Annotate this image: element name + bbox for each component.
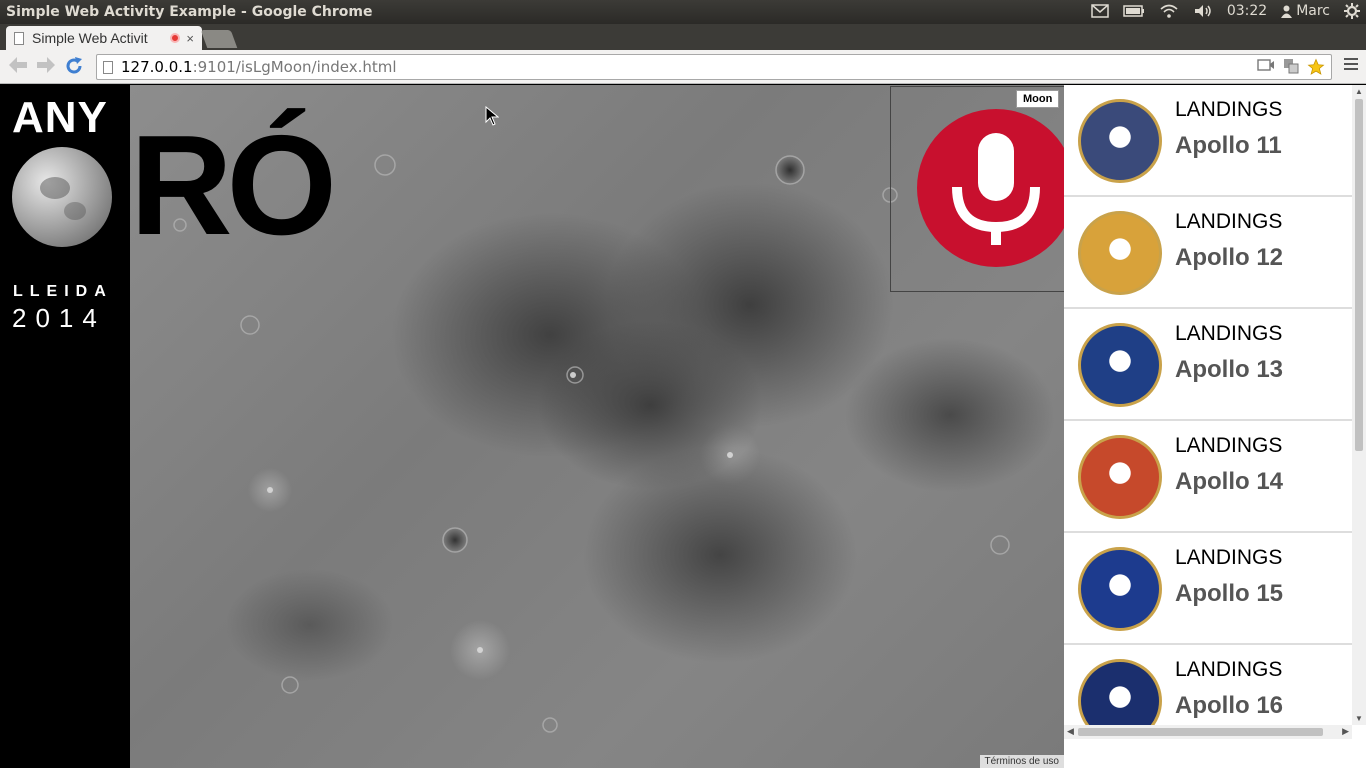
web-page: ANY LLEIDA 2014 Moon Términos de uso RÓ … [0, 85, 1366, 768]
brand-sidebar: ANY LLEIDA 2014 [0, 85, 130, 768]
landing-category: LANDINGS [1175, 210, 1283, 233]
os-top-bar: Simple Web Activity Example - Google Chr… [0, 0, 1366, 24]
page-icon [14, 31, 24, 45]
brand-title-line2: RÓ [130, 106, 337, 265]
translate-icon[interactable] [1283, 58, 1299, 80]
browser-tab[interactable]: Simple Web Activit × [6, 26, 202, 50]
vertical-scrollbar[interactable]: ▲ ▼ [1352, 85, 1366, 725]
apollo-15-patch-icon [1078, 547, 1162, 631]
brand-title-line1: ANY [12, 93, 108, 142]
clock[interactable]: 03:22 [1227, 3, 1267, 19]
landing-list-item[interactable]: LANDINGS Apollo 15 [1064, 533, 1352, 645]
camera-icon[interactable] [1257, 58, 1275, 80]
tab-title: Simple Web Activit [32, 30, 148, 46]
scroll-left-arrow-icon[interactable]: ◀ [1067, 726, 1074, 737]
landing-mission-name: Apollo 14 [1175, 468, 1284, 495]
mail-icon[interactable] [1091, 4, 1109, 18]
chrome-menu-icon[interactable] [1344, 58, 1358, 73]
mouse-cursor-icon [485, 106, 499, 126]
scroll-down-arrow-icon[interactable]: ▼ [1355, 714, 1363, 723]
page-info-icon[interactable] [103, 60, 113, 74]
moon-logo-icon [12, 147, 112, 247]
landing-mission-name: Apollo 15 [1175, 580, 1284, 607]
volume-icon[interactable] [1193, 4, 1213, 18]
forward-arrow-icon[interactable] [36, 56, 56, 78]
map-terms-link[interactable]: Términos de uso [979, 755, 1064, 768]
landing-category: LANDINGS [1175, 434, 1283, 457]
brand-year: 2014 [12, 303, 106, 333]
wifi-icon[interactable] [1159, 4, 1179, 18]
settings-gear-icon[interactable] [1344, 3, 1360, 19]
user-icon [1281, 5, 1293, 18]
scrollbar-thumb[interactable] [1355, 99, 1363, 451]
tab-strip: Simple Web Activit × [0, 24, 1366, 50]
address-bar[interactable]: 127.0.0.1:9101/isLgMoon/index.html [96, 54, 1332, 80]
landings-panel: LANDINGS Apollo 11 LANDINGS Apollo 12 LANDIN… [1064, 85, 1366, 768]
apollo-14-patch-icon [1078, 435, 1162, 519]
horizontal-scrollbar[interactable]: ◀ ▶ [1064, 725, 1352, 739]
scroll-up-arrow-icon[interactable]: ▲ [1355, 87, 1363, 96]
back-arrow-icon[interactable] [8, 56, 28, 78]
landing-list-item[interactable]: LANDINGS Apollo 16 [1064, 645, 1352, 725]
landing-list-item[interactable]: LANDINGS Apollo 11 [1064, 85, 1352, 197]
landing-mission-name: Apollo 12 [1175, 244, 1284, 271]
landing-list-item[interactable]: LANDINGS Apollo 13 [1064, 309, 1352, 421]
apollo-11-patch-icon [1078, 99, 1162, 183]
user-menu[interactable]: Marc [1281, 3, 1330, 19]
bookmark-star-icon[interactable] [1307, 58, 1325, 80]
recording-indicator-icon [170, 33, 181, 43]
apollo-12-patch-icon [1078, 211, 1162, 295]
landing-category: LANDINGS [1175, 98, 1283, 121]
window-title: Simple Web Activity Example - Google Chr… [6, 4, 373, 20]
landing-mission-name: Apollo 11 [1175, 132, 1282, 159]
landing-list-item[interactable]: LANDINGS Apollo 14 [1064, 421, 1352, 533]
landing-mission-name: Apollo 13 [1175, 356, 1284, 383]
landing-mission-name: Apollo 16 [1175, 692, 1284, 719]
apollo-16-patch-icon [1078, 659, 1162, 725]
tab-close-button[interactable]: × [186, 31, 194, 46]
reload-icon[interactable] [64, 56, 84, 80]
microphone-button[interactable] [917, 109, 1075, 267]
new-tab-button[interactable] [200, 30, 238, 48]
browser-toolbar: 127.0.0.1:9101/isLgMoon/index.html [0, 50, 1366, 84]
battery-icon[interactable] [1123, 5, 1145, 17]
horizontal-scrollbar-thumb[interactable] [1078, 728, 1323, 736]
microphone-icon [952, 133, 1040, 245]
apollo-13-patch-icon [1078, 323, 1162, 407]
brand-city: LLEIDA [13, 283, 113, 300]
system-indicators: 03:22 Marc [1091, 3, 1360, 19]
user-name: Marc [1296, 3, 1330, 19]
url-text: 127.0.0.1:9101/isLgMoon/index.html [121, 58, 397, 76]
landing-category: LANDINGS [1175, 322, 1283, 345]
landing-category: LANDINGS [1175, 658, 1283, 681]
landings-list: LANDINGS Apollo 11 LANDINGS Apollo 12 LANDIN… [1064, 85, 1352, 725]
landing-list-item[interactable]: LANDINGS Apollo 12 [1064, 197, 1352, 309]
landing-category: LANDINGS [1175, 546, 1283, 569]
scroll-right-arrow-icon[interactable]: ▶ [1342, 726, 1349, 737]
